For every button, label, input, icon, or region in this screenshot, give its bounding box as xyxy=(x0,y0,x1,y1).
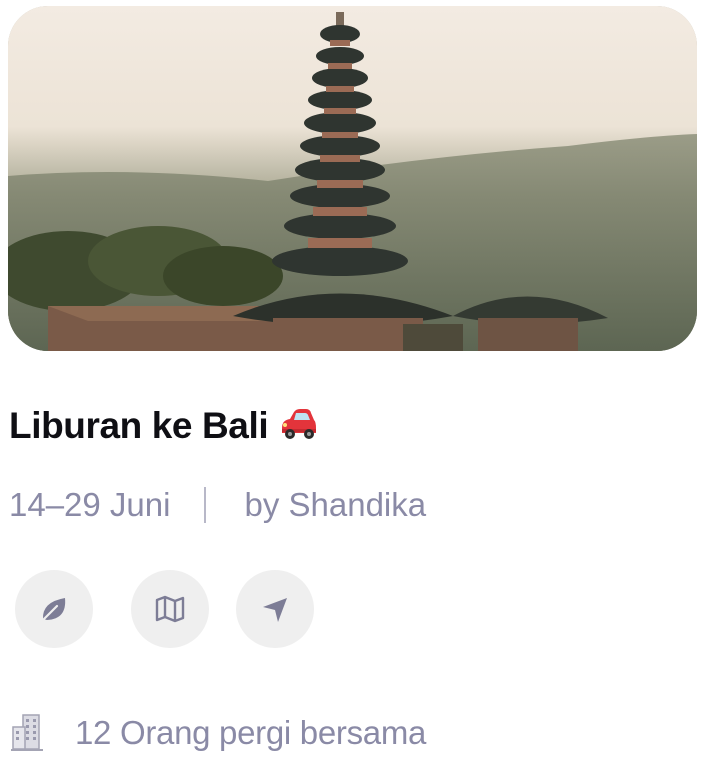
meta-divider xyxy=(204,487,207,523)
trip-cover-image[interactable] xyxy=(8,6,697,351)
leaf-button[interactable] xyxy=(15,570,93,648)
map-button[interactable] xyxy=(131,570,209,648)
bali-temple-photo xyxy=(8,6,697,351)
trip-title: Liburan ke Bali xyxy=(9,405,318,447)
navigation-icon xyxy=(263,598,287,622)
car-icon xyxy=(282,409,317,439)
companions-row: 12 Orang pergi bersama xyxy=(9,708,426,758)
trip-author: by Shandika xyxy=(244,486,427,523)
navigation-button[interactable] xyxy=(236,570,314,648)
leaf-icon xyxy=(41,598,66,622)
companions-text: 12 Orang pergi bersama xyxy=(75,714,427,751)
building-icon xyxy=(11,714,43,751)
trip-title-text: Liburan ke Bali xyxy=(9,405,269,446)
map-icon xyxy=(155,595,185,623)
trip-meta: 14–29 Juni by Shandika xyxy=(9,485,426,525)
trip-dates: 14–29 Juni xyxy=(9,486,171,523)
